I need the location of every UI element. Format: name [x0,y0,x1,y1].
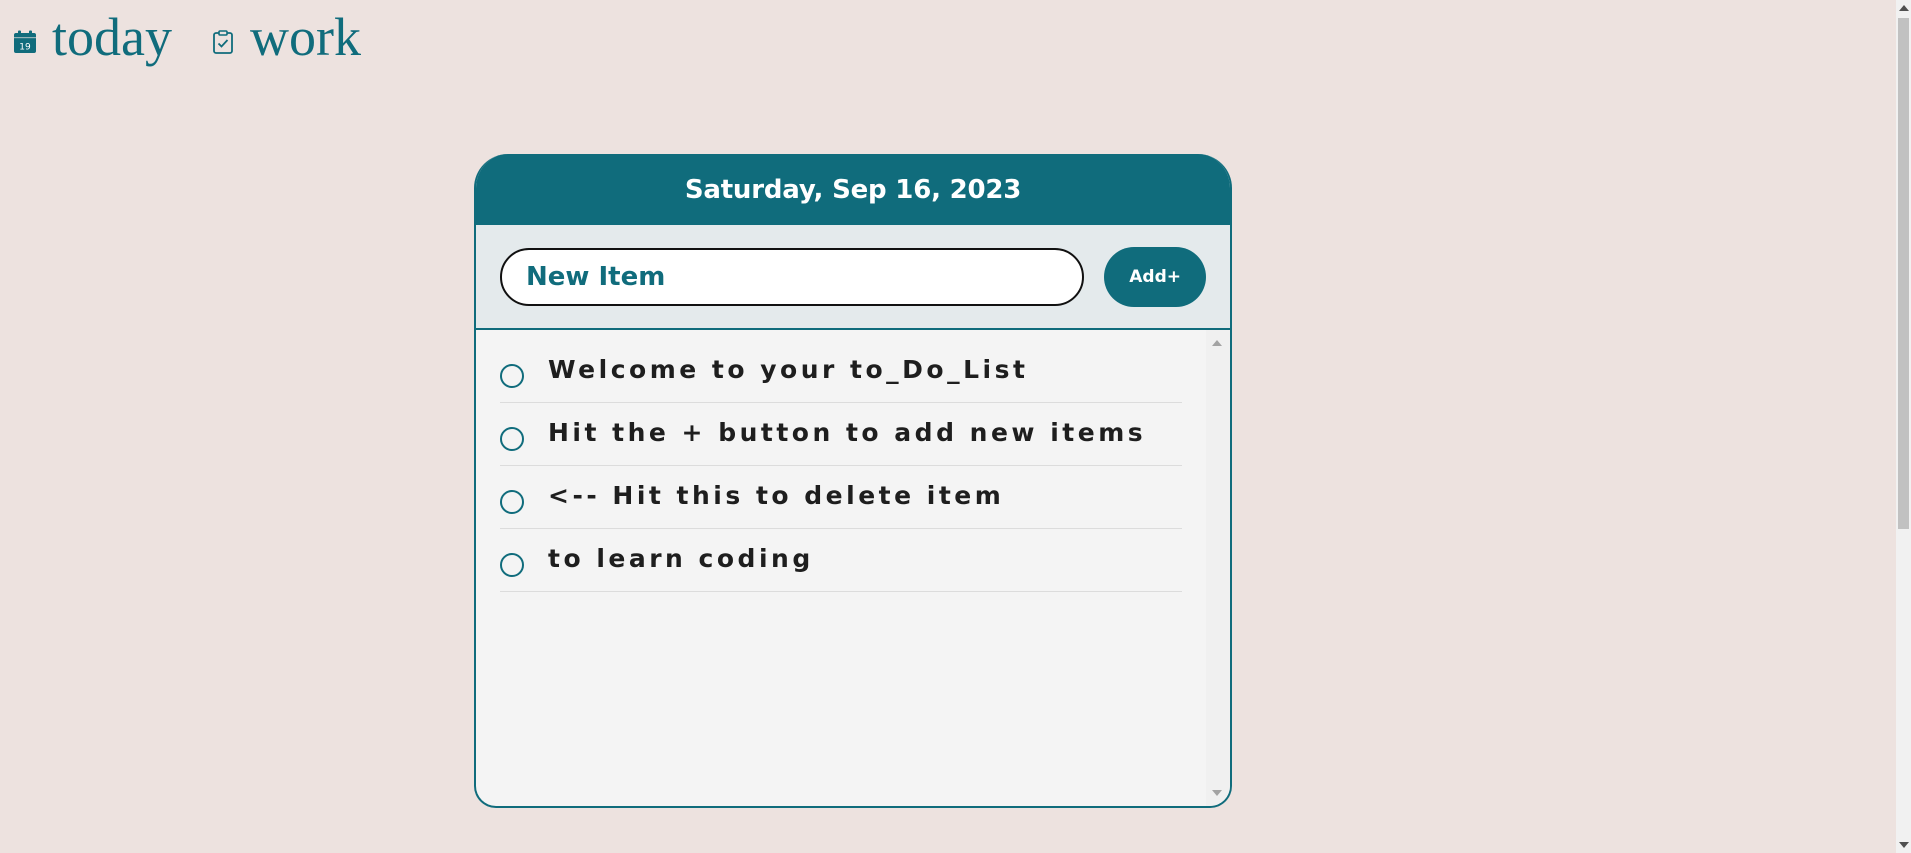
todo-list: Welcome to your to_Do_List Hit the + but… [476,330,1230,806]
nav-work-link[interactable]: work [210,10,361,64]
todo-item-checkbox[interactable] [500,490,524,514]
page-scrollbar[interactable] [1896,0,1911,853]
calendar-icon-day: 19 [19,43,31,53]
page-scroll-up-icon[interactable] [1899,5,1909,11]
nav-work-label: work [249,7,361,67]
add-item-button[interactable]: Add+ [1104,246,1206,307]
todo-item-checkbox[interactable] [500,553,524,577]
page-scroll-thumb[interactable] [1898,18,1909,529]
todo-item-checkbox[interactable] [500,364,524,388]
todo-item-text: <-- Hit this to delete item [548,481,1005,510]
todo-item: Hit the + button to add new items [500,403,1182,466]
date-heading: Saturday, Sep 16, 2023 [476,154,1230,225]
calendar-icon: 19 [12,29,38,55]
todo-card: Saturday, Sep 16, 2023 Add+ Welcome to y… [474,154,1232,808]
new-item-input[interactable] [500,247,1085,306]
todo-item-text: Hit the + button to add new items [548,418,1147,447]
nav-today-label: today [52,7,172,67]
list-scrollbar[interactable] [1206,330,1230,806]
top-nav: 19 today work [12,10,399,64]
todo-item: <-- Hit this to delete item [500,466,1182,529]
todo-item: Welcome to your to_Do_List [500,340,1182,403]
scroll-down-arrow-icon[interactable] [1212,790,1222,796]
todo-item-checkbox[interactable] [500,427,524,451]
new-item-form: Add+ [476,225,1230,330]
todo-item-text: to learn coding [548,544,814,573]
todo-item-text: Welcome to your to_Do_List [548,355,1029,384]
scroll-up-arrow-icon[interactable] [1212,340,1222,346]
nav-today-link[interactable]: 19 today [12,10,172,64]
clipboard-check-icon [210,29,236,55]
todo-item: to learn coding [500,529,1182,592]
page-scroll-down-icon[interactable] [1899,842,1909,848]
